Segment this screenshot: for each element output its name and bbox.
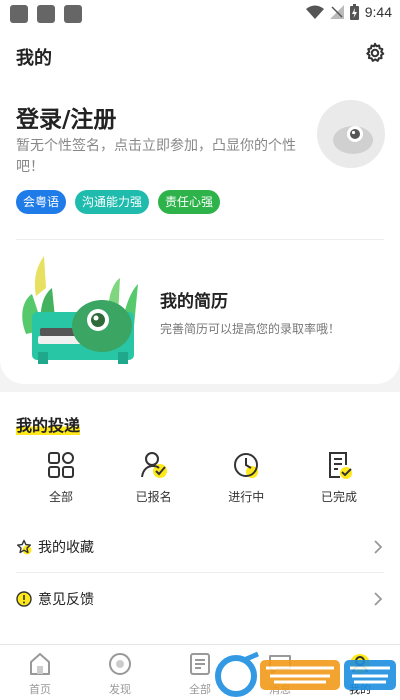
deliveries-section: 我的投递 全部 已报名 进行中 已完成 我的收藏 意见反馈 [0, 392, 400, 644]
profile-card: 我的 登录/注册 暂无个性签名，点击立即参加，凸显你的个性吧！ 会粤语 沟通能力… [0, 28, 400, 384]
page-title: 我的 [16, 48, 52, 69]
clock-icon [234, 453, 259, 478]
wifi-icon [305, 5, 324, 19]
notification-icon [37, 5, 55, 23]
nav-label: 全部 [189, 683, 211, 696]
delivery-completed-button[interactable]: 已完成 [294, 450, 384, 505]
nav-discover[interactable]: 发现 [80, 645, 160, 700]
feedback-icon [16, 591, 32, 607]
mascot-avatar-icon [333, 126, 373, 154]
notification-icon [10, 5, 28, 23]
status-bar: 9:44 [0, 0, 400, 28]
skill-tag[interactable]: 沟通能力强 [75, 190, 150, 214]
nav-label: 发现 [109, 683, 131, 696]
home-icon [30, 653, 50, 675]
nav-home[interactable]: 首页 [0, 645, 80, 700]
avatar[interactable] [317, 100, 385, 168]
delivery-all-button[interactable]: 全部 [16, 450, 106, 505]
delivery-label: 全部 [48, 490, 73, 504]
section-title: 我的投递 [16, 412, 81, 436]
skill-tags: 会粤语 沟通能力强 责任心强 [16, 190, 221, 214]
settings-gear-icon[interactable] [364, 42, 386, 64]
resume-illustration-icon[interactable] [14, 254, 154, 366]
menu-item-favorites[interactable]: 我的收藏 [16, 524, 384, 570]
notification-icons [10, 5, 82, 23]
chevron-right-icon [374, 592, 383, 606]
menu-item-feedback[interactable]: 意见反馈 [16, 576, 384, 622]
battery-icon [349, 4, 359, 20]
divider [16, 239, 384, 240]
chevron-right-icon [374, 540, 383, 554]
clock-time: 9:44 [364, 4, 392, 20]
login-register-link[interactable]: 登录/注册 [16, 100, 116, 134]
document-check-icon [328, 452, 352, 479]
signature-text: 暂无个性签名，点击立即参加，凸显你的个性吧！ [16, 138, 296, 175]
grid-icon [48, 452, 74, 478]
menu-item-label: 意见反馈 [38, 592, 94, 608]
notification-icon [64, 5, 82, 23]
delivery-status-row: 全部 已报名 进行中 已完成 [16, 450, 384, 505]
skill-tag[interactable]: 会粤语 [16, 190, 67, 214]
no-signal-icon [329, 5, 344, 19]
star-icon [17, 539, 32, 555]
resume-subtitle: 完善简历可以提高您的录取率哦！ [160, 322, 341, 336]
resume-title[interactable]: 我的简历 [160, 287, 228, 312]
user-check-icon [140, 452, 167, 478]
divider [16, 572, 384, 573]
skill-tag[interactable]: 责任心强 [158, 190, 221, 214]
list-icon [190, 653, 210, 675]
discover-icon [109, 653, 131, 675]
delivery-label: 已完成 [320, 490, 357, 504]
delivery-label: 已报名 [135, 490, 172, 504]
delivery-registered-button[interactable]: 已报名 [109, 450, 199, 505]
site-watermark-logo [215, 651, 396, 697]
menu-item-label: 我的收藏 [38, 540, 94, 556]
nav-label: 首页 [29, 683, 51, 696]
delivery-label: 进行中 [228, 490, 265, 504]
section-title-text: 我的投递 [16, 416, 81, 435]
delivery-in-progress-button[interactable]: 进行中 [201, 450, 291, 505]
